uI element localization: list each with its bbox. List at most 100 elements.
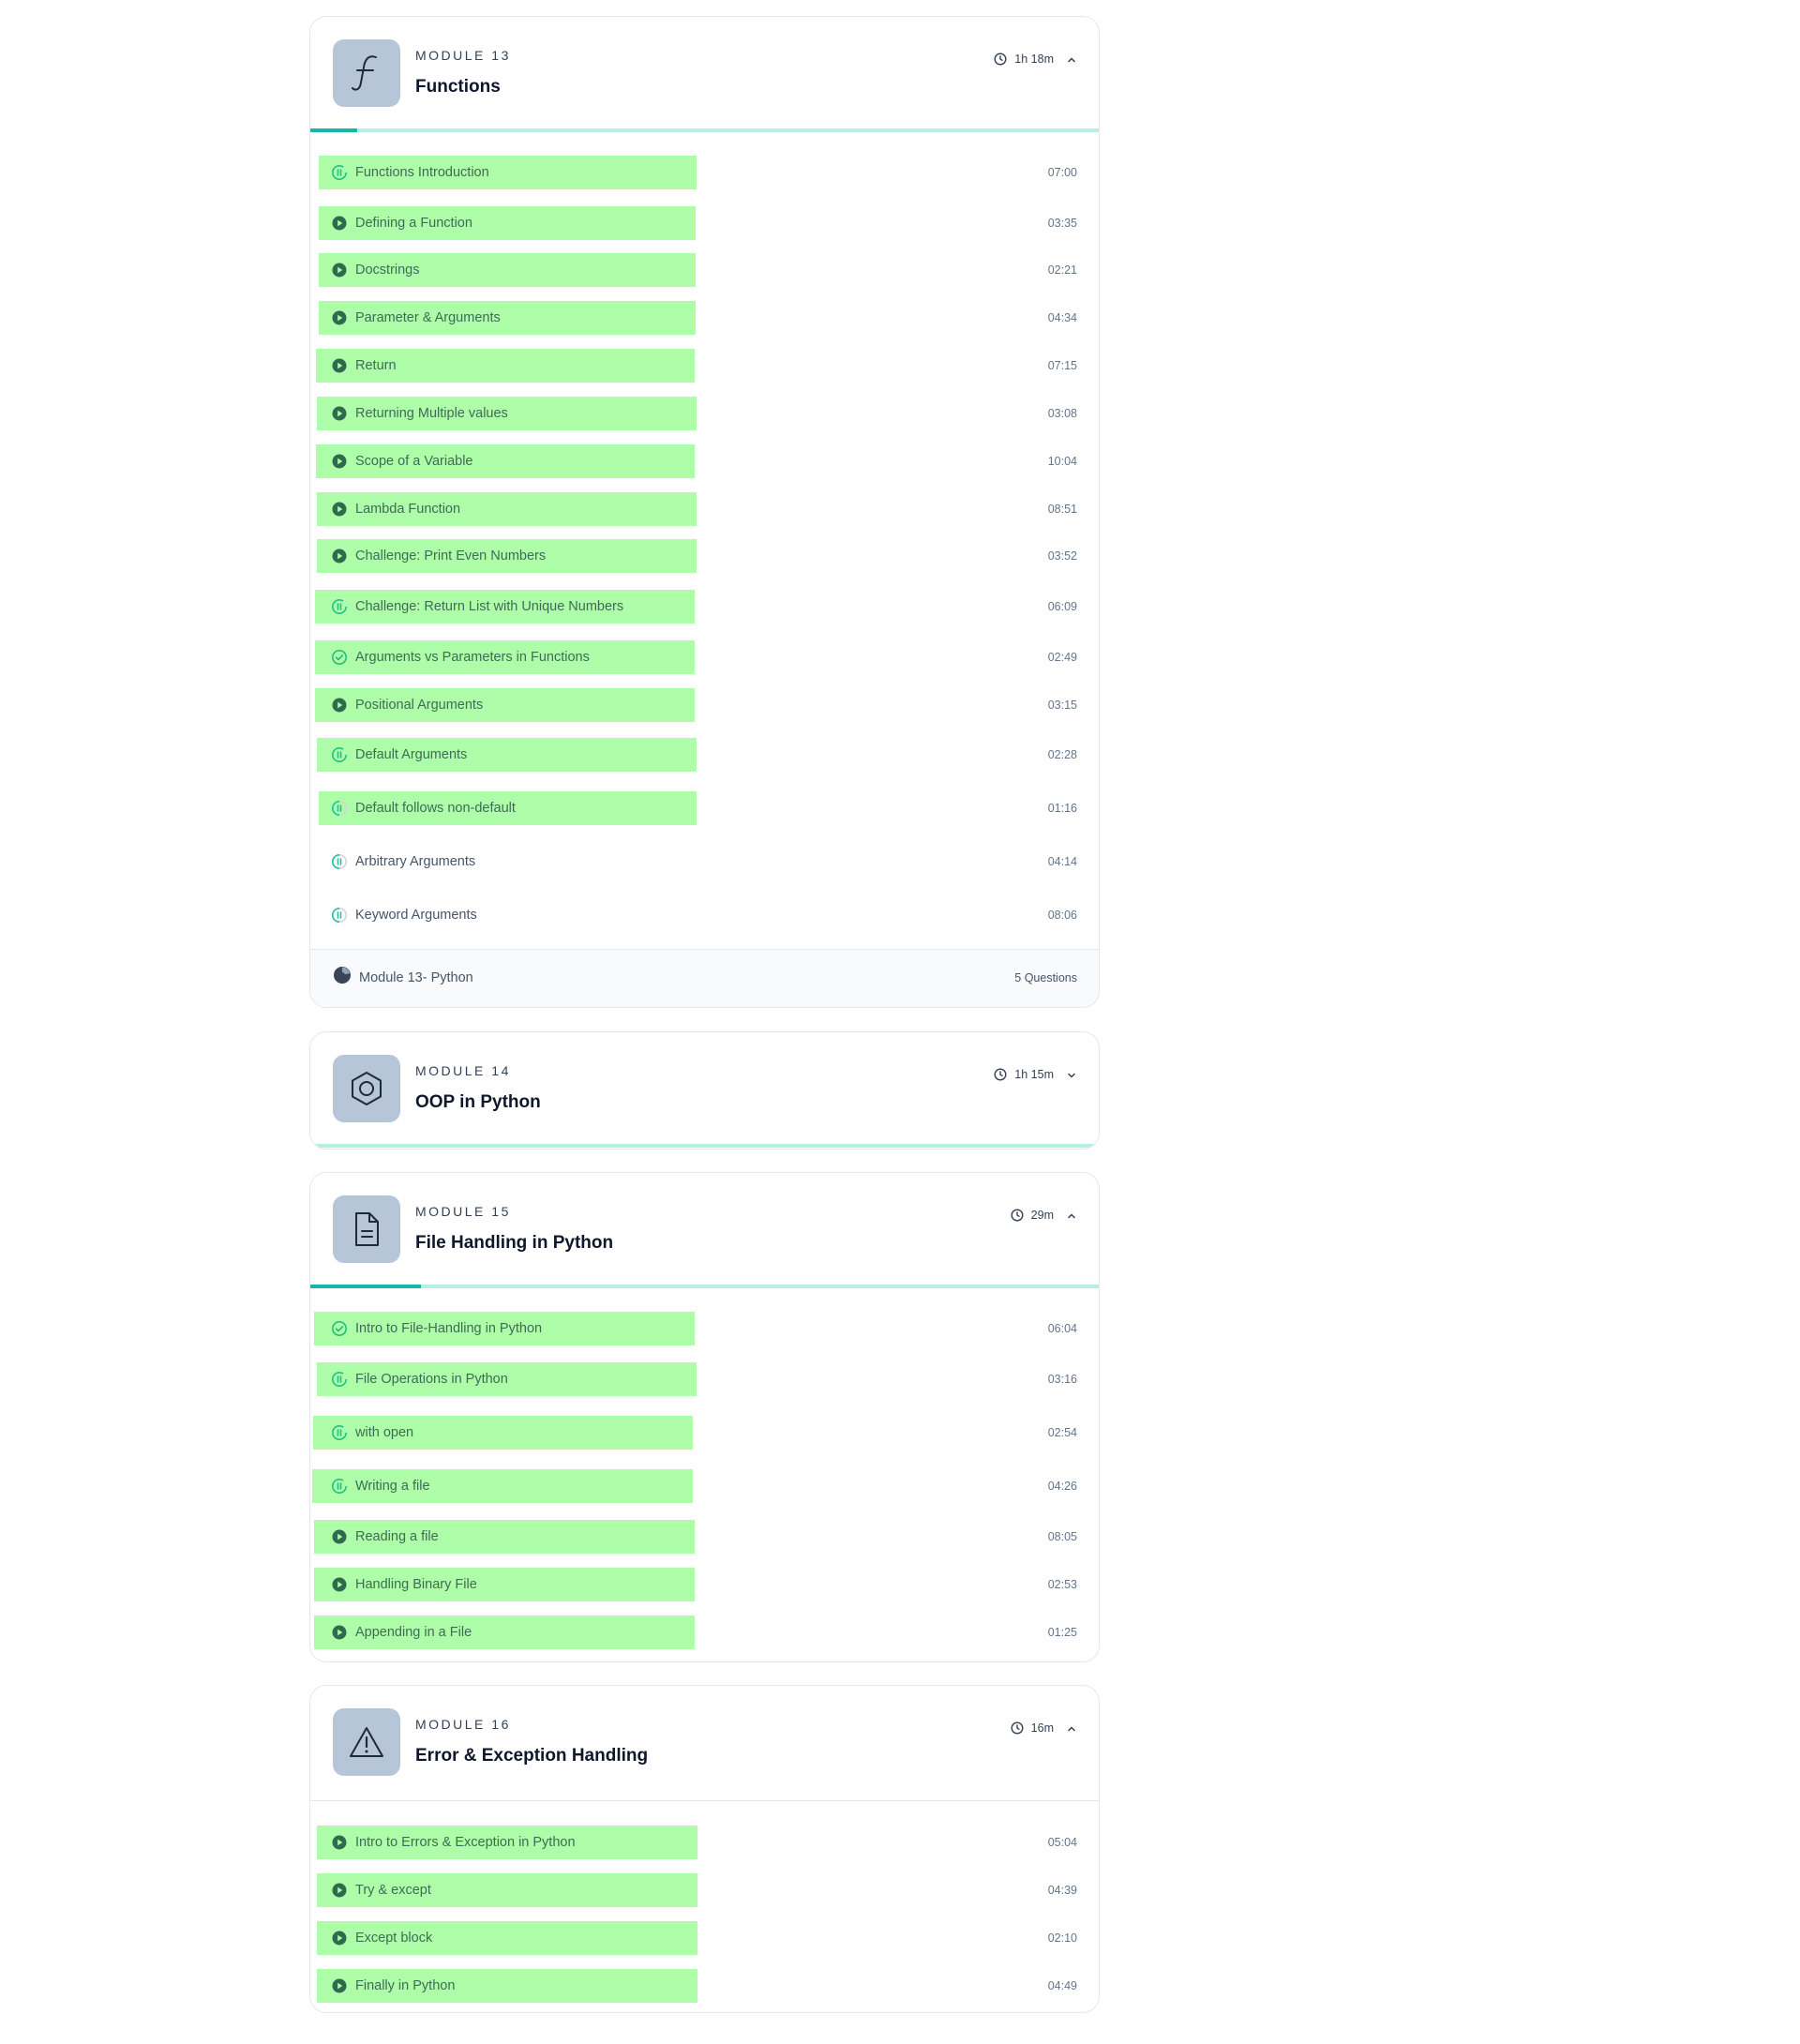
function-icon [333,39,400,107]
chevron-up-icon[interactable] [1067,53,1076,69]
module-duration-text: 1h 15m [1014,1068,1054,1081]
lesson-title: Arguments vs Parameters in Functions [355,650,590,665]
lesson-row[interactable]: Default follows non-default 01:16 [310,791,1099,825]
lesson-row[interactable]: Positional Arguments 03:15 [310,688,1099,722]
clock-icon [994,53,1007,66]
lesson-duration: 03:35 [1047,217,1077,230]
lesson-duration: 02:28 [1047,748,1077,761]
lesson-title: Docstrings [355,263,420,278]
lesson-row[interactable]: Except block 02:10 [310,1921,1099,1955]
lesson-row[interactable]: Handling Binary File 02:53 [310,1568,1099,1601]
progress-icon [331,746,348,763]
module-header[interactable]: MODULE 15 File Handling in Python 29m [310,1173,1099,1288]
lesson-duration: 08:51 [1047,503,1077,516]
module-card: MODULE 13 Functions 1h 18m Functions Int… [309,16,1100,1008]
lesson-row[interactable]: with open 02:54 [310,1416,1099,1450]
warning-icon [333,1708,400,1776]
module-label: MODULE 16 [415,1717,511,1732]
progress-icon [331,1371,348,1388]
check-circle-icon [331,649,348,666]
lesson-title: Finally in Python [355,1978,456,1993]
lesson-duration: 03:15 [1047,699,1077,712]
lesson-duration: 05:04 [1047,1836,1077,1849]
lesson-row[interactable]: Return 07:15 [310,349,1099,383]
check-circle-icon [331,1320,348,1337]
lesson-title: Challenge: Print Even Numbers [355,549,547,564]
lesson-row[interactable]: Reading a file 08:05 [310,1520,1099,1554]
progress-icon [331,164,348,181]
lesson-duration: 01:16 [1047,802,1077,815]
hexagon-icon [333,1055,400,1122]
module-duration-text: 29m [1030,1209,1054,1222]
lesson-row[interactable]: Functions Introduction 07:00 [310,156,1099,189]
play-icon [331,548,348,564]
play-icon [331,405,348,422]
lesson-duration: 08:05 [1047,1530,1077,1543]
progress-icon [331,1424,348,1441]
clock-icon [994,1068,1007,1081]
quiz-question-count: 5 Questions [1014,971,1077,984]
play-icon [331,1576,348,1593]
lesson-row[interactable]: Keyword Arguments 08:06 [310,898,1099,932]
quiz-icon [334,967,351,984]
play-icon [331,453,348,470]
lesson-duration: 04:26 [1047,1480,1077,1493]
lesson-row[interactable]: Appending in a File 01:25 [310,1616,1099,1649]
clock-icon [1011,1721,1024,1735]
lesson-row[interactable]: Scope of a Variable 10:04 [310,444,1099,478]
lesson-title: Parameter & Arguments [355,310,501,325]
module-title: OOP in Python [415,1092,541,1112]
lesson-row[interactable]: Writing a file 04:26 [310,1469,1099,1503]
lesson-duration: 04:39 [1047,1884,1077,1897]
lesson-duration: 06:09 [1047,600,1077,613]
lesson-list: Intro to Errors & Exception in Python 05:… [310,1801,1099,2012]
lesson-row[interactable]: File Operations in Python 03:16 [310,1362,1099,1396]
lesson-duration: 07:00 [1047,166,1077,179]
lesson-row[interactable]: Returning Multiple values 03:08 [310,397,1099,430]
lesson-title: Return [355,358,397,373]
lesson-title: Try & except [355,1883,431,1898]
lesson-row[interactable]: Arbitrary Arguments 04:14 [310,845,1099,879]
lesson-title: File Operations in Python [355,1372,508,1387]
lesson-row[interactable]: Parameter & Arguments 04:34 [310,301,1099,335]
module-header[interactable]: MODULE 14 OOP in Python 1h 15m [310,1032,1099,1148]
lesson-row[interactable]: Intro to Errors & Exception in Python 05:… [310,1826,1099,1859]
module-duration: 1h 15m [994,1068,1054,1081]
chevron-down-icon[interactable] [1067,1068,1076,1085]
quiz-title: Module 13- Python [359,970,473,985]
play-icon [331,501,348,518]
lesson-title: Appending in a File [355,1625,472,1640]
module-duration-text: 1h 18m [1014,53,1054,66]
lesson-title: Lambda Function [355,502,461,517]
lesson-row[interactable]: Challenge: Print Even Numbers 03:52 [310,539,1099,573]
lesson-duration: 02:53 [1047,1578,1077,1591]
lesson-row[interactable]: Lambda Function 08:51 [310,492,1099,526]
module-progress-bar [310,1144,1099,1148]
module-duration: 1h 18m [994,53,1054,66]
lesson-row[interactable]: Docstrings 02:21 [310,253,1099,287]
lesson-duration: 02:49 [1047,651,1077,664]
progress-icon [331,853,348,870]
chevron-up-icon[interactable] [1067,1721,1076,1738]
lesson-row[interactable]: Intro to File-Handling in Python 06:04 [310,1312,1099,1345]
chevron-up-icon[interactable] [1067,1209,1076,1225]
lesson-row[interactable]: Arguments vs Parameters in Functions 02:4… [310,640,1099,674]
play-icon [331,1977,348,1994]
module-duration: 29m [1011,1209,1054,1222]
lesson-row[interactable]: Try & except 04:39 [310,1873,1099,1907]
module-header[interactable]: MODULE 13 Functions 1h 18m [310,17,1099,132]
lesson-title: Intro to Errors & Exception in Python [355,1835,576,1850]
module-header[interactable]: MODULE 16 Error & Exception Handling 16m [310,1686,1099,1801]
module-card: MODULE 14 OOP in Python 1h 15m [309,1031,1100,1150]
lesson-row[interactable]: Defining a Function 03:35 [310,206,1099,240]
progress-icon [331,598,348,615]
play-icon [331,357,348,374]
clock-icon [1011,1209,1024,1222]
play-icon [331,1882,348,1899]
lesson-duration: 03:52 [1047,549,1077,563]
lesson-row[interactable]: Default Arguments 02:28 [310,738,1099,772]
lesson-row[interactable]: Challenge: Return List with Unique Numbe… [310,590,1099,624]
lesson-title: Keyword Arguments [355,908,477,923]
lesson-row[interactable]: Finally in Python 04:49 [310,1969,1099,2003]
quiz-row[interactable]: Module 13- Python 5 Questions [310,949,1099,1007]
